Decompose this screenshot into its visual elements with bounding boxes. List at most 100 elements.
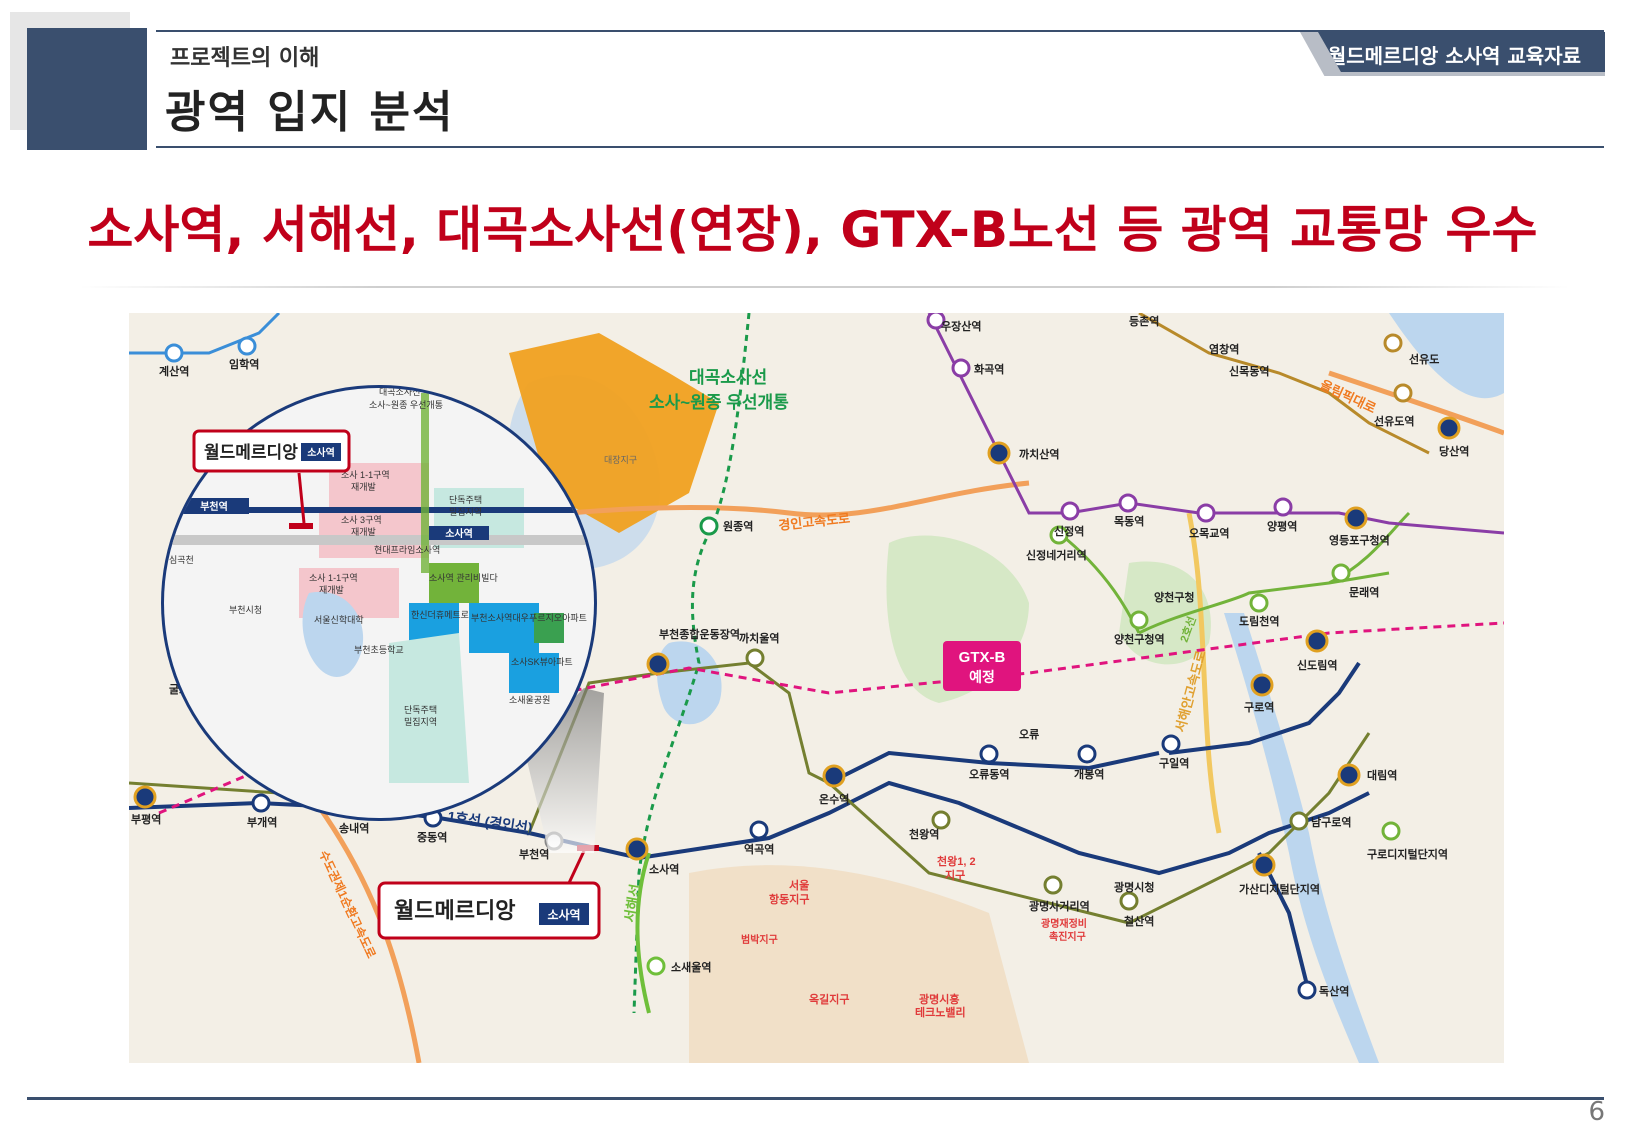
- label-gasan: 가산디지털단지역: [1239, 882, 1320, 896]
- station-marker-gaebong[interactable]: [1077, 744, 1097, 764]
- station-marker-doksan[interactable]: [1297, 980, 1317, 1000]
- station-marker-yeokgok[interactable]: [749, 820, 769, 840]
- inset-brand-name: 월드메르디앙: [204, 443, 298, 462]
- station-marker-omokgyo[interactable]: [1196, 503, 1216, 523]
- label-bucheon-stadium: 부천종합운동장역: [659, 627, 740, 641]
- label-cheonwang: 천왕역: [909, 827, 939, 841]
- label-cheolsan: 철산역: [1124, 914, 1154, 928]
- cheonwang-zone-1: 천왕1, 2: [937, 854, 976, 868]
- station-marker-guil[interactable]: [1161, 734, 1181, 754]
- label-mullae: 문래역: [1349, 585, 1379, 599]
- station-marker-oryudong[interactable]: [979, 744, 999, 764]
- inset-map: 부천역 소사역 대곡소사선 소사~원종 우선개통 소사 1-1구역 재개발 소사…: [161, 385, 597, 821]
- station-marker-mokdong[interactable]: [1118, 493, 1138, 513]
- label-sosaeul: 소새울역: [671, 960, 711, 974]
- cheonwang-zone-2: 지구: [945, 868, 965, 882]
- station-marker-sosa[interactable]: [625, 837, 649, 861]
- station-marker-kkachisan[interactable]: [987, 441, 1011, 465]
- station-marker-kkachiul[interactable]: [745, 648, 765, 668]
- hangdong-zone-2: 항동지구: [769, 892, 809, 906]
- station-marker-guro[interactable]: [1250, 673, 1274, 697]
- inset-sosa11a-1: 소사 1-1구역: [341, 470, 390, 480]
- inset-sosa3-2: 재개발: [351, 527, 376, 537]
- inset-simgokcheon: 심곡천: [169, 555, 194, 565]
- label-kkachisan: 까치산역: [1019, 447, 1059, 461]
- label-jungdong: 중동역: [417, 830, 447, 844]
- label-mokdong: 목동역: [1114, 514, 1144, 528]
- label-daerim: 대림역: [1367, 768, 1397, 782]
- inset-skview: 소사SK뷰아파트: [511, 657, 573, 667]
- inset-sosa3-1: 소사 3구역: [341, 515, 382, 525]
- station-marker-seonyudo[interactable]: [1383, 333, 1403, 353]
- station-marker-gwangmyeong-sageori[interactable]: [1043, 875, 1063, 895]
- station-marker-guro-digital[interactable]: [1381, 821, 1401, 841]
- label-yeokgok: 역곡역: [744, 842, 774, 856]
- station-marker-cheolsan[interactable]: [1119, 891, 1139, 911]
- inset-university: 서울신학대학: [314, 615, 364, 625]
- label-yangpyeong: 양평역: [1267, 519, 1297, 533]
- station-marker-onsu[interactable]: [822, 764, 846, 788]
- inset-cityhall: 부천시청: [229, 605, 262, 615]
- label-gwangmyeong-city: 광명시청: [1114, 880, 1154, 894]
- label-sinmokdong: 신목동역: [1229, 364, 1269, 378]
- okgil-zone: 옥길지구: [809, 992, 849, 1006]
- inset-park: 소새울공원: [509, 695, 550, 705]
- page-title: 광역 입지 분석: [165, 87, 455, 138]
- inset-dandok-2: 밀집지역: [449, 506, 482, 517]
- inset-zone-gwallibilda: [429, 563, 479, 603]
- footer-rule: [27, 1097, 1604, 1100]
- inset-sosa11a-2: 재개발: [351, 482, 376, 492]
- station-marker-sinjeong[interactable]: [1060, 501, 1080, 521]
- inset-hansin: 한신더휴메트로: [411, 610, 469, 620]
- gmtech-zone-1: 광명시흥: [919, 992, 959, 1006]
- label-oryu-ic: 오류: [1019, 728, 1039, 741]
- station-marker-yangpyeong[interactable]: [1273, 497, 1293, 517]
- label-guro-digital: 구로디지털단지역: [1367, 847, 1448, 861]
- station-marker-dorimcheon[interactable]: [1249, 593, 1269, 613]
- station-marker-cheonwang[interactable]: [931, 810, 951, 830]
- inset-dandok2-2: 밀집지역: [404, 716, 437, 727]
- label-ujangsan: 우장산역: [941, 319, 981, 333]
- station-marker-imhak[interactable]: [237, 336, 257, 356]
- station-marker-daerim[interactable]: [1337, 763, 1361, 787]
- label-deungchon: 등촌역: [1129, 314, 1159, 328]
- label-guil: 구일역: [1159, 756, 1189, 770]
- label-sindorim: 신도림역: [1297, 658, 1337, 672]
- station-marker-dangsan[interactable]: [1437, 416, 1461, 440]
- label-seonyudo: 선유도: [1409, 352, 1439, 366]
- inset-road: [164, 535, 594, 545]
- station-marker-mullae[interactable]: [1331, 563, 1351, 583]
- station-marker-gasan[interactable]: [1252, 853, 1276, 877]
- inset-hyundai: 현대프라임소사역: [374, 544, 440, 555]
- hangdong-zone-1: 서울: [789, 878, 809, 892]
- header-accent-block: [27, 28, 147, 150]
- label-wonjong: 원종역: [723, 519, 753, 533]
- label-sinjeong: 신정역: [1054, 524, 1084, 538]
- inset-dandok-1: 단독주택: [449, 495, 482, 505]
- station-marker-namguro[interactable]: [1289, 811, 1309, 831]
- station-marker-sindorim[interactable]: [1305, 629, 1329, 653]
- station-marker-bupyeong[interactable]: [133, 785, 157, 809]
- label-yangcheon-gu-stn: 양천구청역: [1114, 632, 1165, 646]
- station-marker-seonyudo-stn[interactable]: [1393, 383, 1413, 403]
- inset-sosa: 소사역: [445, 527, 473, 540]
- station-marker-bugae[interactable]: [251, 793, 271, 813]
- station-marker-wonjong[interactable]: [699, 516, 719, 536]
- station-marker-gyesan[interactable]: [164, 343, 184, 363]
- station-marker-bucheon-stadium[interactable]: [646, 652, 670, 676]
- label-bucheon: 부천역: [519, 847, 549, 861]
- label-hwagok: 화곡역: [974, 362, 1004, 376]
- station-marker-yeongdeungpo-gu[interactable]: [1344, 506, 1368, 530]
- inset-gwallibilda: 소사역 관리비빌다: [429, 573, 498, 583]
- station-marker-hwagok[interactable]: [951, 358, 971, 378]
- inset-dandok2-1: 단독주택: [404, 705, 437, 715]
- station-marker-yangcheon-gu[interactable]: [1129, 610, 1149, 630]
- daejang-label: 대장지구: [604, 455, 637, 465]
- brand-tag: 소사역: [547, 907, 580, 922]
- label-guro: 구로역: [1244, 700, 1274, 714]
- label-sosa: 소사역: [649, 862, 679, 876]
- label-namguro: 남구로역: [1311, 815, 1351, 829]
- label-oryudong: 오류동역: [969, 767, 1009, 781]
- inset-daegok-2: 소사~원종 우선개통: [369, 400, 443, 410]
- station-marker-sosaeul[interactable]: [646, 956, 666, 976]
